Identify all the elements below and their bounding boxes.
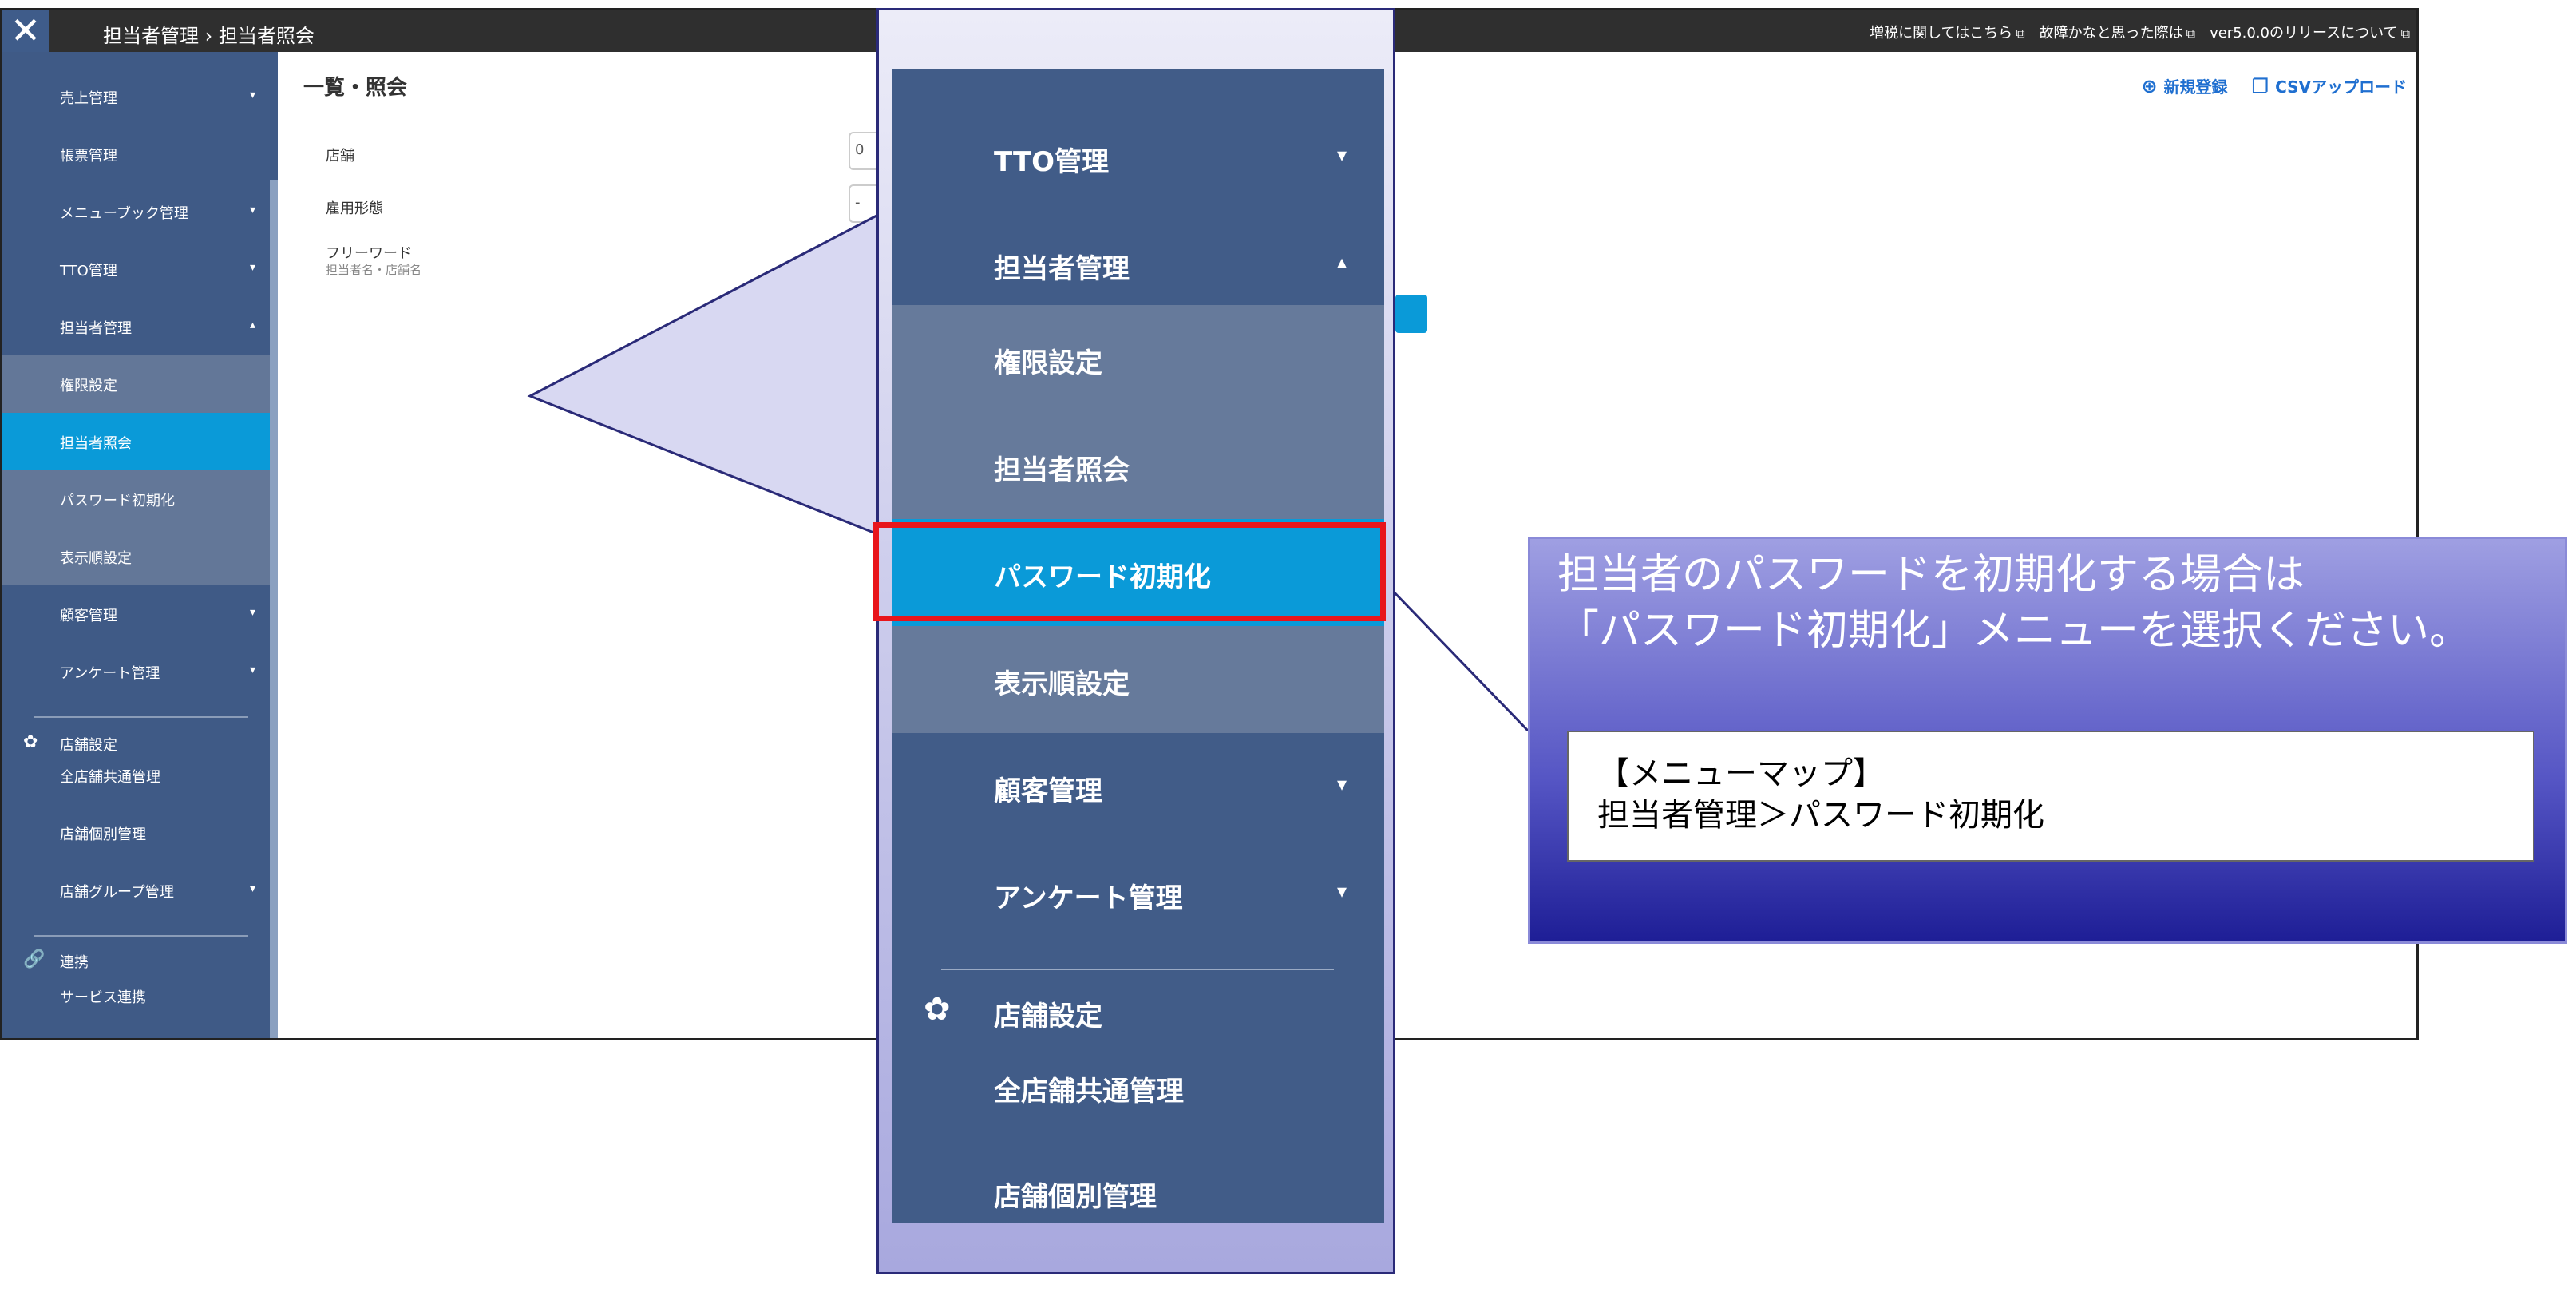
page-title: 一覧・照会 [303,76,408,100]
chevron-down-icon: ▾ [1337,144,1347,166]
menu-map-path: 担当者管理＞パスワード初期化 [1597,797,2044,834]
sidebar-item-menubook[interactable]: メニューブック管理 ▾ [2,183,270,240]
sidebar-item-customers[interactable]: 顧客管理 ▾ [2,585,270,643]
menu-map-box: 【メニューマップ】 担当者管理＞パスワード初期化 [1567,731,2534,862]
info-message: 担当者のパスワードを初期化する場合は 「パスワード初期化」メニューを選択ください… [1557,547,2471,659]
sidebar-item-survey[interactable]: アンケート管理 ▾ [2,643,270,700]
breadcrumb-separator: › [204,25,213,47]
zoom-panel: TTO管理 ▾ 担当者管理 ▴ 権限設定 担当者照会 パスワード初期化 表示順設定 … [876,8,1395,1274]
chevron-down-icon: ▾ [250,664,256,676]
breadcrumb: 担当者管理 › 担当者照会 [103,20,315,48]
chevron-down-icon: ▾ [250,882,256,895]
gear-icon: ✿ [924,991,951,1028]
zoom-item-permissions[interactable]: 権限設定 [892,305,1384,412]
tax-link[interactable]: 増税に関してはこちら ⧉ [1870,22,2025,42]
sidebar-item-store-individual[interactable]: 店舗個別管理 [2,804,270,862]
employment-label: 雇用形態 [326,200,383,217]
freeword-hint: 担当者名・店舗名 [326,263,422,277]
sidebar-item-reports[interactable]: 帳票管理 [2,125,270,183]
chevron-down-icon: ▾ [250,606,256,619]
info-line-1: 担当者のパスワードを初期化する場合は [1557,551,2305,599]
external-link-icon: ⧉ [2186,26,2196,41]
sidebar-scrollbar[interactable] [270,180,278,1038]
breadcrumb-parent[interactable]: 担当者管理 [103,25,199,47]
info-callout: 担当者のパスワードを初期化する場合は 「パスワード初期化」メニューを選択ください… [1528,537,2567,944]
chevron-down-icon: ▾ [1337,880,1347,902]
copy-icon: ❐ [2251,75,2269,97]
fault-link[interactable]: 故障かなと思った際は ⧉ [2040,22,2195,42]
sidebar-item-store-group[interactable]: 店舗グループ管理 ▾ [2,862,270,919]
new-register-button[interactable]: ⊕ 新規登録 [2141,74,2227,97]
zoom-item-display-order[interactable]: 表示順設定 [892,626,1384,733]
info-line-2: 「パスワード初期化」メニューを選択ください。 [1557,607,2471,655]
sidebar-item-staff-lookup[interactable]: 担当者照会 [2,413,270,470]
external-link-icon: ⧉ [2016,26,2025,41]
sidebar-item-display-order[interactable]: 表示順設定 [2,528,270,585]
zoom-item-staff[interactable]: 担当者管理 ▴ [892,211,1384,318]
sidebar-item-permissions[interactable]: 権限設定 [2,355,270,413]
store-label: 店舗 [326,148,354,164]
search-button[interactable] [1395,295,1427,333]
release-link[interactable]: ver5.0.0のリリースについて ⧉ [2210,22,2410,42]
sidebar-item-tto[interactable]: TTO管理 ▾ [2,240,270,298]
chevron-down-icon: ▾ [250,204,256,216]
csv-upload-button[interactable]: ❐ CSVアップロード [2252,74,2407,97]
chevron-down-icon: ▾ [250,89,256,101]
sidebar: 売上管理 ▾ 帳票管理 メニューブック管理 ▾ TTO管理 ▾ 担当者管理 ▴ 権限設定… [2,52,278,1038]
zoom-item-tto[interactable]: TTO管理 ▾ [892,104,1384,211]
chevron-up-icon: ▴ [250,319,256,331]
sidebar-divider [34,716,248,718]
close-icon[interactable]: ✕ [2,10,49,52]
sidebar-divider [34,935,248,937]
zoom-item-survey[interactable]: アンケート管理 ▾ [892,840,1384,947]
canvas: ✕ 担当者管理 › 担当者照会 増税に関してはこちら ⧉ 故障かなと思った際は ⧉ … [0,0,2576,1292]
chevron-down-icon: ▾ [1337,773,1347,795]
zoom-menu: TTO管理 ▾ 担当者管理 ▴ 権限設定 担当者照会 パスワード初期化 表示順設定 … [892,69,1384,1223]
store-select[interactable]: 0 [849,132,880,170]
plus-circle-icon: ⊕ [2141,75,2158,97]
actions: ⊕ 新規登録 ❐ CSVアップロード [2141,74,2407,97]
sidebar-item-staff[interactable]: 担当者管理 ▴ [2,298,270,355]
freeword-label: フリーワード [326,245,412,262]
zoom-item-staff-lookup[interactable]: 担当者照会 [892,412,1384,519]
zoom-divider [941,969,1334,970]
employment-select[interactable]: - [849,184,880,223]
highlight-box [873,522,1386,621]
chevron-down-icon: ▾ [250,261,256,274]
zoom-item-customers[interactable]: 顧客管理 ▾ [892,733,1384,840]
chevron-up-icon: ▴ [1337,251,1347,273]
sidebar-item-sales[interactable]: 売上管理 ▾ [2,68,270,125]
header-links: 増税に関してはこちら ⧉ 故障かなと思った際は ⧉ ver5.0.0のリリースについ… [1870,22,2410,42]
external-link-icon: ⧉ [2400,26,2410,41]
menu-map-title: 【メニューマップ】 [1597,755,1885,792]
sidebar-item-all-stores[interactable]: 全店舗共通管理 [2,747,270,804]
breadcrumb-current: 担当者照会 [218,25,315,47]
sidebar-item-service-link[interactable]: サービス連携 [2,967,270,1024]
sidebar-item-password-reset[interactable]: パスワード初期化 [2,470,270,528]
